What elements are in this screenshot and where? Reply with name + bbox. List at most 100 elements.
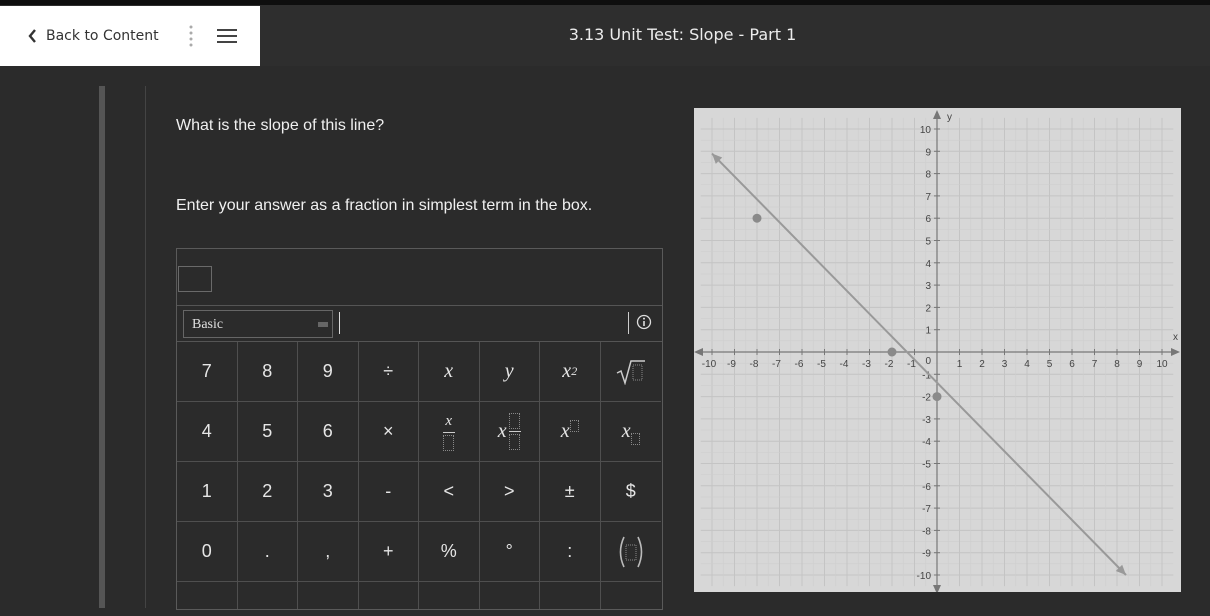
text-cursor — [339, 312, 340, 334]
y-tick-label: 8 — [925, 170, 931, 181]
key-3[interactable]: 3 — [298, 462, 359, 522]
x-tick-label: 5 — [1047, 359, 1053, 370]
y-tick-label: 3 — [925, 281, 931, 292]
key-comma[interactable]: , — [298, 522, 359, 582]
keypad-row-3: 1 2 3 - < > ± $ — [177, 462, 662, 522]
info-icon[interactable] — [636, 314, 652, 330]
x-axis-arrow-left — [694, 348, 703, 356]
keypad-mode-select[interactable]: Basic — [183, 310, 333, 338]
keypad-row-5 — [177, 582, 662, 609]
key-2[interactable]: 2 — [237, 462, 298, 522]
y-tick-label: -5 — [922, 460, 931, 471]
y-tick-label: -7 — [922, 504, 931, 515]
key-fraction[interactable]: x — [419, 402, 480, 462]
keypad-row-1: 7 8 9 ÷ x y x2 — [177, 342, 662, 402]
question-instruction: Enter your answer as a fraction in simpl… — [176, 197, 593, 214]
key-5[interactable]: 5 — [237, 402, 298, 462]
key-6[interactable]: 6 — [298, 402, 359, 462]
page-title: 3.13 Unit Test: Slope - Part 1 — [568, 25, 797, 44]
y-tick-label: 5 — [925, 237, 931, 248]
keypad-row-2: 4 5 6 × x x x x — [177, 402, 662, 462]
key-more-4[interactable] — [359, 582, 419, 609]
x-tick-label: -2 — [885, 359, 894, 370]
x-tick-label: -5 — [817, 359, 826, 370]
key-decimal[interactable]: . — [237, 522, 298, 582]
key-percent[interactable]: % — [419, 522, 480, 582]
key-square-root[interactable] — [600, 342, 661, 402]
key-x-squared[interactable]: x2 — [540, 342, 601, 402]
y-tick-label: 10 — [920, 125, 932, 136]
keypad-mode-label: Basic — [192, 317, 224, 332]
hamburger-menu-icon[interactable] — [216, 26, 238, 46]
x-tick-label: 1 — [957, 359, 963, 370]
key-more-7[interactable] — [540, 582, 601, 609]
key-greater-than[interactable]: > — [479, 462, 540, 522]
key-mixed-fraction[interactable]: x — [479, 402, 540, 462]
x-tick-label: 2 — [979, 359, 985, 370]
toolbar-separator — [628, 312, 629, 334]
key-7[interactable]: 7 — [177, 342, 238, 402]
key-y[interactable]: y — [479, 342, 540, 402]
key-8[interactable]: 8 — [237, 342, 298, 402]
question-prompt: What is the slope of this line? — [176, 117, 385, 134]
x-tick-label: 4 — [1024, 359, 1030, 370]
key-0[interactable]: 0 — [177, 522, 238, 582]
key-parentheses[interactable] — [600, 522, 661, 582]
x-tick-label: 3 — [1002, 359, 1008, 370]
key-1[interactable]: 1 — [177, 462, 238, 522]
x-tick-label: 6 — [1069, 359, 1075, 370]
parentheses-icon — [619, 536, 643, 567]
y-tick-label: 6 — [925, 214, 931, 225]
answer-input[interactable] — [178, 266, 212, 292]
y-tick-label: -9 — [922, 549, 931, 560]
y-axis-arrow-up — [933, 110, 941, 120]
key-9[interactable]: 9 — [298, 342, 359, 402]
key-ratio[interactable]: : — [540, 522, 601, 582]
key-plus-minus[interactable]: ± — [540, 462, 601, 522]
key-minus[interactable]: - — [358, 462, 419, 522]
y-tick-label: 4 — [925, 259, 931, 270]
exponent-2: 2 — [571, 364, 578, 378]
key-subscript[interactable]: x — [600, 402, 661, 462]
plotted-point — [887, 347, 897, 357]
key-degree[interactable]: ° — [479, 522, 540, 582]
key-superscript[interactable]: x — [540, 402, 601, 462]
coordinate-graph: -10 -9 -8 -7 -6 -5 -4 -3 -2 -1 1 2 3 4 5 6 7 8 9 10-10-9-8-… — [694, 108, 1181, 592]
key-dollar[interactable]: $ — [600, 462, 661, 522]
key-more-2[interactable] — [238, 582, 298, 609]
dropdown-icon — [318, 322, 328, 327]
key-more-6[interactable] — [480, 582, 540, 609]
placeholder-box — [509, 413, 521, 429]
x-tick-label: -10 — [702, 359, 717, 370]
fraction-bar — [442, 431, 455, 433]
key-plus[interactable]: + — [358, 522, 419, 582]
key-multiply[interactable]: × — [358, 402, 419, 462]
plotted-point — [752, 213, 762, 223]
x-tick-label: -6 — [795, 359, 804, 370]
key-x[interactable]: x — [419, 342, 480, 402]
back-to-content-button[interactable]: Back to Content — [27, 28, 159, 44]
key-more-8[interactable] — [601, 582, 662, 609]
y-tick-label: 9 — [925, 147, 931, 158]
x-base: x — [562, 360, 572, 382]
origin-label: 0 — [925, 356, 931, 367]
placeholder-box — [509, 434, 521, 450]
x-tick-label: 9 — [1137, 359, 1143, 370]
tick-labels: -10 -9 -8 -7 -6 -5 -4 -3 -2 -1 1 2 3 4 5 6 7 8 9 10-10-9-8-… — [702, 112, 1178, 582]
key-less-than[interactable]: < — [419, 462, 480, 522]
key-4[interactable]: 4 — [177, 402, 238, 462]
x-tick-label: -8 — [750, 359, 759, 370]
key-more-5[interactable] — [419, 582, 480, 609]
fraction-numerator: x — [445, 412, 453, 429]
content-left-bar — [99, 86, 105, 608]
key-divide[interactable]: ÷ — [358, 342, 419, 402]
x-tick-label: -7 — [772, 359, 781, 370]
x-tick-label: 10 — [1156, 359, 1168, 370]
more-options-icon[interactable] — [184, 24, 198, 50]
keypad-row-4: 0 . , + % ° : — [177, 522, 662, 582]
back-label: Back to Content — [46, 28, 159, 44]
key-more-3[interactable] — [298, 582, 359, 609]
key-more-1[interactable] — [177, 582, 238, 609]
plotted-point — [932, 392, 942, 402]
graph-axes — [694, 110, 1180, 592]
